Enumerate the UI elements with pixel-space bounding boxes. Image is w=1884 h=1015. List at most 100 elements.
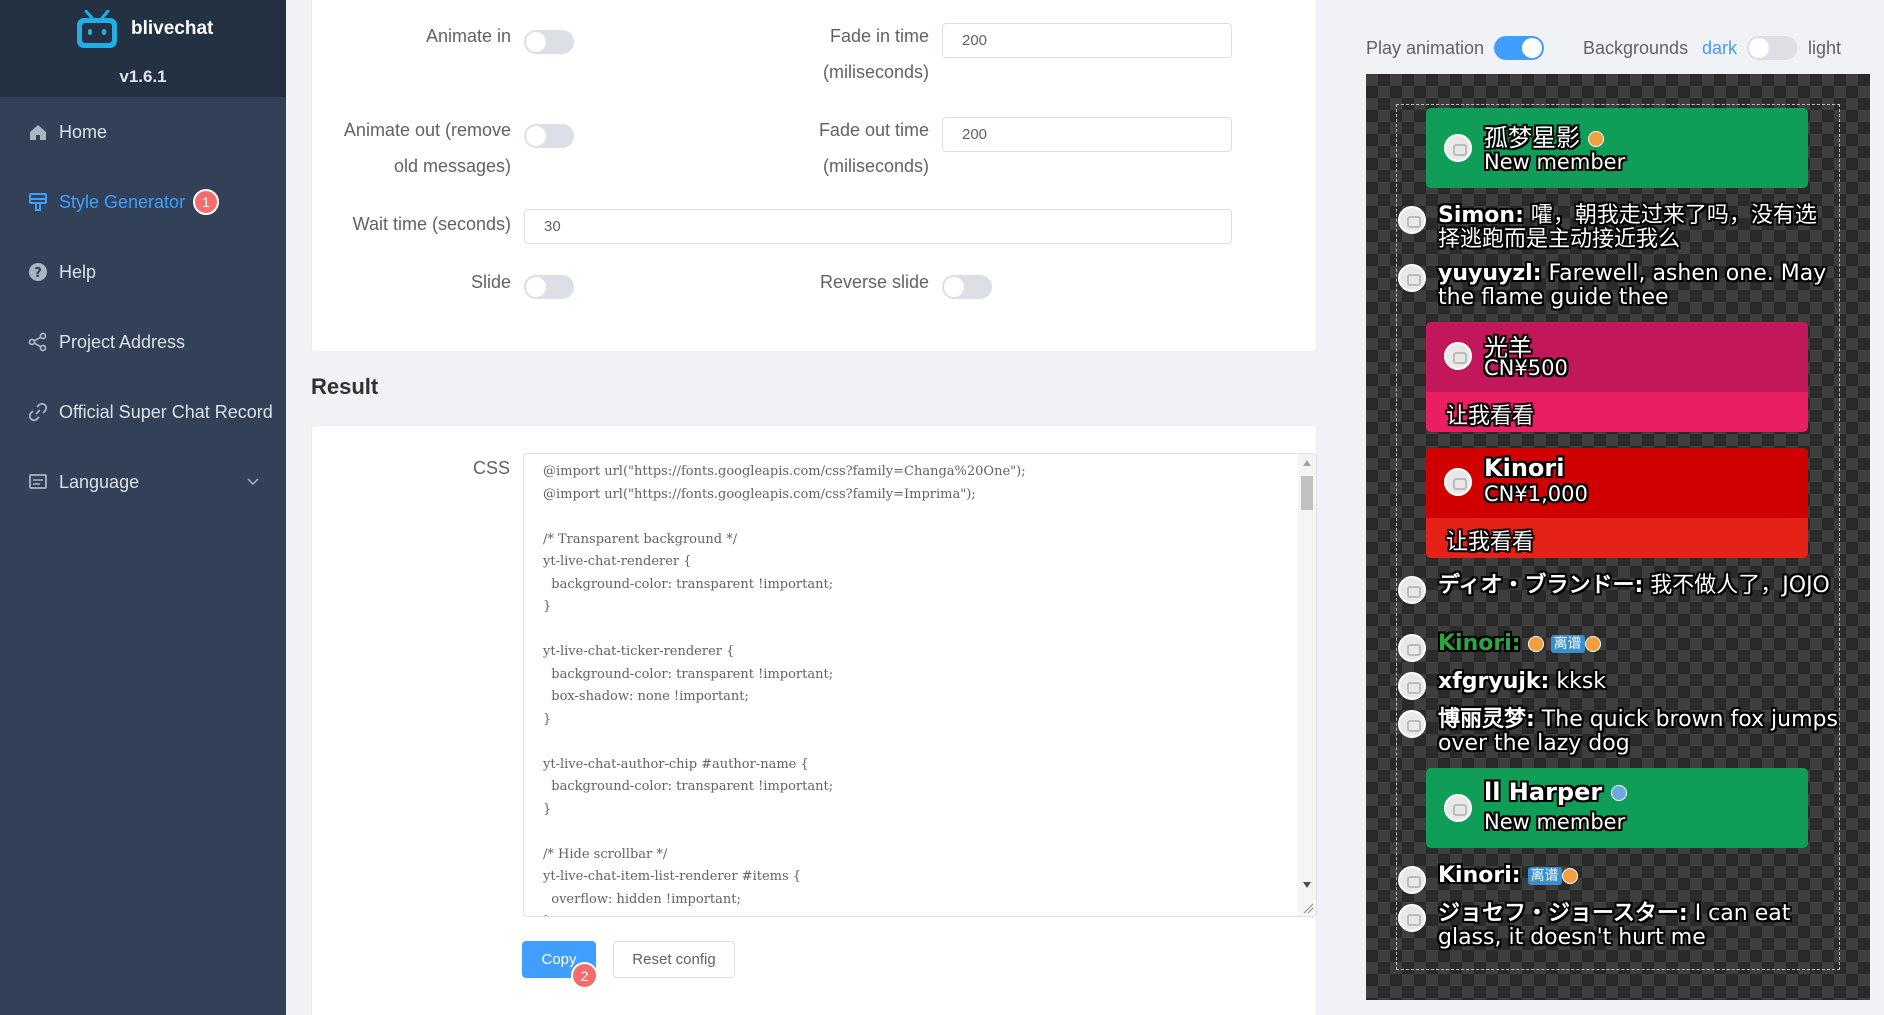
avatar [1444,134,1472,162]
slide-label: Slide [470,272,511,292]
main-content: Animate in Fade in time (miliseconds) 20… [286,0,1344,1015]
fade-out-time-unit: (miliseconds) [822,156,929,176]
animate-out-switch[interactable] [524,124,574,148]
sidebar-item-official-super-chat-record[interactable]: Official Super Chat Record [0,377,286,447]
chat-message: Simon: 嚯，朝我走过来了吗，没有选择逃跑而是主动接近我么 [1438,203,1817,252]
svg-text:?: ? [34,266,42,281]
home-icon [27,121,49,143]
background-switch[interactable] [1747,36,1797,60]
avatar [1398,672,1426,700]
play-animation-switch[interactable] [1494,36,1544,60]
member-status: New member [1484,810,1626,834]
captain-icon [1587,131,1604,147]
superchat-message: 让我看看 [1446,404,1535,429]
reset-config-button[interactable]: Reset config [613,941,735,978]
sidebar-item-label: Language [59,471,140,492]
slide-switch[interactable] [524,275,574,299]
member-block: 孤梦星影 New member [1426,108,1808,188]
fade-out-time-input[interactable]: 200 [942,117,1232,152]
light-background-option[interactable]: light [1808,38,1841,59]
sidebar: blivechat v1.6.1 Home Style Generator 1 … [0,0,286,1015]
avatar [1398,904,1426,932]
chat-message: ジョセフ・ジョースター: I can eat glass, it doesn't… [1438,901,1791,950]
fan-medal: 离谱 [1550,635,1585,653]
brand-name: blivechat [131,18,214,39]
preview-panel: Play animation Backgrounds dark light 孤梦… [1344,0,1884,1015]
textarea-scrollbar[interactable] [1298,454,1316,916]
app-version: v1.6.1 [119,67,167,86]
wait-time-label: Wait time (seconds) [352,214,511,234]
settings-card: Animate in Fade in time (miliseconds) 20… [311,0,1317,352]
notification-badge: 1 [193,189,220,215]
sidebar-item-label: Style Generator [59,191,186,212]
member-icon [1610,785,1627,801]
bilibili-tv-logo-icon [77,10,117,48]
superchat-amount: CN¥1,000 [1484,482,1588,506]
resize-handle-icon[interactable] [1302,902,1314,914]
member-name: ll Harper [1484,778,1627,806]
avatar [1398,576,1426,604]
scrollbar-thumb[interactable] [1301,476,1313,510]
sidebar-item-home[interactable]: Home [0,97,286,167]
avatar [1444,794,1472,822]
chevron-down-icon [247,478,259,486]
avatar [1398,634,1426,662]
sidebar-item-label: Help [59,261,97,282]
chat-message: Kinori: 离谱 [1438,632,1838,656]
avatar [1444,468,1472,496]
css-textarea[interactable]: @import url("https://fonts.googleapis.co… [523,453,1317,917]
scroll-down-arrow-icon[interactable] [1303,882,1311,888]
avatar [1398,866,1426,894]
superchat-amount: CN¥500 [1484,356,1568,380]
animate-in-label: Animate in [425,26,511,46]
superchat-name: Kinori [1484,454,1565,482]
result-title: Result [311,374,379,399]
emoji-icon [1561,868,1578,884]
captain-icon [1527,636,1544,652]
fan-medal: 离谱 [1527,867,1562,885]
copy-badge: 2 [571,962,598,989]
fade-in-time-label: Fade in time [829,26,929,46]
superchat-block: 光羊 CN¥500 让我看看 [1426,322,1808,432]
brush-icon [27,191,49,213]
avatar [1398,206,1426,234]
avatar [1444,342,1472,370]
message-icon [27,471,49,493]
brand-header: blivechat v1.6.1 [0,0,286,97]
fade-in-time-input[interactable]: 200 [942,23,1232,58]
avatar [1398,264,1426,292]
dark-background-option[interactable]: dark [1702,38,1737,59]
sidebar-item-project-address[interactable]: Project Address [0,307,286,377]
css-code: @import url("https://fonts.googleapis.co… [543,464,1026,916]
chat-message: ディオ・ブランドー: 我不做人了，JOJO [1438,573,1830,598]
reverse-slide-switch[interactable] [942,275,992,299]
emoji-icon [1584,636,1601,652]
backgrounds-label: Backgrounds [1583,38,1689,58]
chat-preview: 孤梦星影 New member Simon: 嚯，朝我走过来了吗，没有选择逃跑而… [1366,74,1870,1000]
sidebar-item-label: Official Super Chat Record [59,401,273,422]
sidebar-item-label: Home [59,121,108,142]
chat-message: xfgryujk: kksk [1438,669,1607,694]
avatar [1398,710,1426,738]
fade-out-time-label: Fade out time [818,120,929,140]
sidebar-item-help[interactable]: ? Help [0,237,286,307]
play-animation-label: Play animation [1366,38,1485,58]
link-icon [27,401,49,423]
sidebar-item-style-generator[interactable]: Style Generator 1 [0,167,286,237]
scroll-up-arrow-icon[interactable] [1303,460,1311,466]
css-label: CSS [473,458,511,478]
member-status: New member [1484,150,1626,174]
wait-time-input[interactable]: 30 [524,209,1232,244]
sidebar-item-label: Project Address [59,331,186,352]
chat-message: 博丽灵梦: The quick brown fox jumps over the… [1438,707,1838,756]
question-circle-icon: ? [27,261,49,283]
animate-in-switch[interactable] [524,30,574,54]
superchat-message: 让我看看 [1446,530,1535,555]
member-name: 孤梦星影 [1484,118,1604,153]
animate-out-label: Animate out (remove [343,120,511,140]
animate-out-label-2: old messages) [393,156,511,176]
fade-in-time-unit: (miliseconds) [822,62,929,82]
sidebar-item-language[interactable]: Language [0,447,286,517]
superchat-block: Kinori CN¥1,000 让我看看 [1426,448,1808,558]
chat-message: Kinori: 离谱 [1438,864,1838,888]
